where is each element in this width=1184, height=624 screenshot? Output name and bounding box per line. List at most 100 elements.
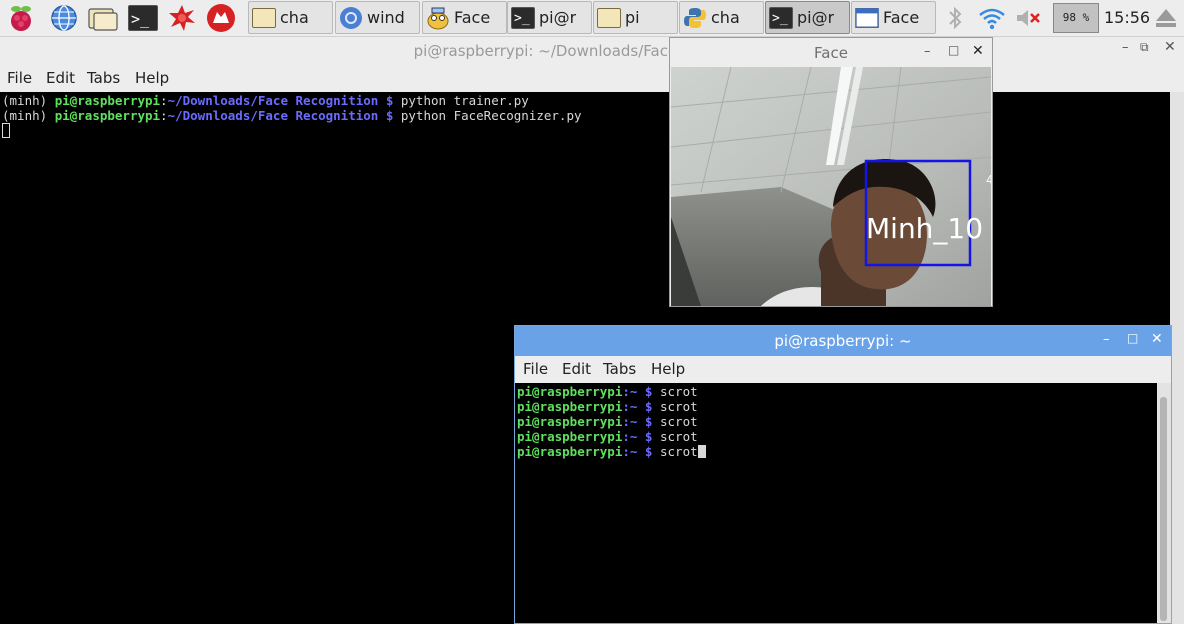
main-scrollbar[interactable] [1170, 92, 1184, 624]
prompt-user: pi@raspberrypi [517, 444, 623, 459]
mathematica-icon[interactable] [167, 3, 197, 33]
raspberry-menu-icon[interactable] [6, 3, 36, 33]
wifi-icon[interactable] [978, 5, 1006, 35]
command-text: python trainer.py [393, 93, 529, 108]
second-terminal-menubar: File Edit Tabs Help [515, 356, 1171, 383]
env-prefix: (minh) [2, 108, 55, 123]
second-terminal-titlebar[interactable]: pi@raspberrypi: ~ – □ ✕ [515, 326, 1171, 356]
menu-file[interactable]: File [7, 69, 32, 87]
terminal-cursor [697, 445, 706, 458]
wolfram-icon[interactable] [206, 3, 236, 33]
prompt-user: pi@raspberrypi [54, 108, 161, 123]
main-menubar: File Edit Tabs Help [0, 65, 1184, 92]
prompt-separator: : [160, 108, 168, 123]
prompt-user: pi@raspberrypi [517, 429, 623, 444]
terminal-cursor [2, 123, 10, 138]
python-idle-icon [426, 6, 450, 30]
second-terminal-scrollbar[interactable] [1157, 383, 1171, 623]
file-manager-icon[interactable] [88, 3, 118, 33]
second-terminal-title: pi@raspberrypi: ~ [774, 332, 912, 350]
web-browser-icon[interactable] [49, 3, 79, 33]
minimize-icon[interactable]: – [1122, 40, 1129, 55]
task-label: pi [625, 8, 640, 27]
second-terminal-area[interactable]: pi@raspberrypi:~ $ scrot pi@raspberrypi:… [515, 383, 1157, 623]
terminal-icon: >_ [769, 6, 793, 30]
command-text: scrot [660, 399, 698, 414]
prompt-path: :~ $ [622, 429, 653, 444]
main-window-titlebar[interactable]: pi@raspberrypi: ~/Downloads/Face Recogni… [0, 37, 1184, 65]
menu-help[interactable]: Help [651, 360, 685, 378]
menu-tabs[interactable]: Tabs [603, 360, 636, 378]
prompt-user: pi@raspberrypi [517, 414, 623, 429]
prompt-path: :~ $ [622, 399, 653, 414]
menu-file[interactable]: File [523, 360, 548, 378]
restore-icon[interactable]: ⧉ [1140, 40, 1149, 55]
task-label: pi@r [539, 8, 577, 27]
prompt-path: ~/Downloads/Face Recognition $ [167, 93, 394, 108]
taskbar: >_ cha wind Face >_ pi@r pi cha >_ pi@r … [0, 0, 1184, 37]
camera-feed: Minh_10 4 [671, 67, 991, 306]
terminal-icon: >_ [511, 6, 535, 30]
task-label: wind [367, 8, 405, 27]
task-item-6[interactable]: cha [679, 1, 764, 34]
close-icon[interactable]: ✕ [1151, 331, 1163, 347]
clock[interactable]: 15:56 [1104, 8, 1150, 27]
prompt-user: pi@raspberrypi [54, 93, 161, 108]
detected-face-label: Minh_10 [866, 212, 983, 245]
prompt-user: pi@raspberrypi [517, 399, 623, 414]
second-terminal-window[interactable]: pi@raspberrypi: ~ – □ ✕ File Edit Tabs H… [514, 325, 1172, 624]
task-item-1[interactable]: cha [248, 1, 333, 34]
prompt-separator: : [160, 93, 168, 108]
maximize-icon[interactable]: □ [1127, 331, 1138, 345]
folder-icon [252, 6, 276, 30]
terminal-line: pi@raspberrypi:~ $ scrot [517, 384, 698, 399]
command-text: scrot [660, 384, 698, 399]
python-icon [683, 6, 707, 30]
chromium-icon [339, 6, 363, 30]
maximize-icon[interactable]: □ [948, 43, 959, 57]
menu-help[interactable]: Help [135, 69, 169, 87]
task-label: Face [454, 8, 491, 27]
main-window-title: pi@raspberrypi: ~/Downloads/Face Recogni… [413, 42, 771, 60]
task-item-2[interactable]: wind [335, 1, 420, 34]
prompt-path: :~ $ [622, 414, 653, 429]
command-text: scrot [660, 429, 698, 444]
terminal-launcher-icon[interactable]: >_ [128, 3, 158, 33]
minimize-icon[interactable]: – [1103, 332, 1110, 347]
task-item-4[interactable]: >_ pi@r [507, 1, 592, 34]
volume-muted-icon[interactable] [1014, 6, 1042, 34]
task-label: Face [883, 8, 920, 27]
menu-tabs[interactable]: Tabs [87, 69, 120, 87]
prompt-user: pi@raspberrypi [517, 384, 623, 399]
task-item-7[interactable]: >_ pi@r [765, 1, 850, 34]
task-item-8[interactable]: Face [851, 1, 936, 34]
window-icon [855, 6, 879, 30]
command-text: scrot [660, 414, 698, 429]
face-window[interactable]: Face – □ ✕ Minh_10 4 [669, 37, 993, 307]
terminal-line: pi@raspberrypi:~ $ scrot [517, 399, 698, 414]
close-icon[interactable]: ✕ [972, 43, 984, 59]
menu-edit[interactable]: Edit [46, 69, 75, 87]
task-label: cha [280, 8, 309, 27]
env-prefix: (minh) [2, 93, 55, 108]
terminal-line: pi@raspberrypi:~ $ scrot [517, 429, 698, 444]
eject-icon[interactable] [1154, 7, 1178, 33]
terminal-line: (minh) pi@raspberrypi:~/Downloads/Face R… [2, 108, 582, 123]
scrollbar-thumb[interactable] [1160, 397, 1167, 621]
task-label: cha [711, 8, 740, 27]
minimize-icon[interactable]: – [924, 44, 931, 59]
cpu-usage-monitor[interactable]: 98 % [1053, 3, 1099, 33]
menu-edit[interactable]: Edit [562, 360, 591, 378]
face-window-title: Face [814, 44, 848, 62]
close-icon[interactable]: ✕ [1164, 39, 1176, 55]
bluetooth-icon[interactable] [945, 6, 965, 34]
svg-text:4: 4 [986, 173, 991, 187]
prompt-path: :~ $ [622, 444, 653, 459]
folder-icon [597, 6, 621, 30]
terminal-line: pi@raspberrypi:~ $ scrot [517, 444, 706, 459]
command-text: scrot [660, 444, 698, 459]
task-label: pi@r [797, 8, 835, 27]
prompt-path: :~ $ [622, 384, 653, 399]
task-item-3[interactable]: Face [422, 1, 507, 34]
task-item-5[interactable]: pi [593, 1, 678, 34]
